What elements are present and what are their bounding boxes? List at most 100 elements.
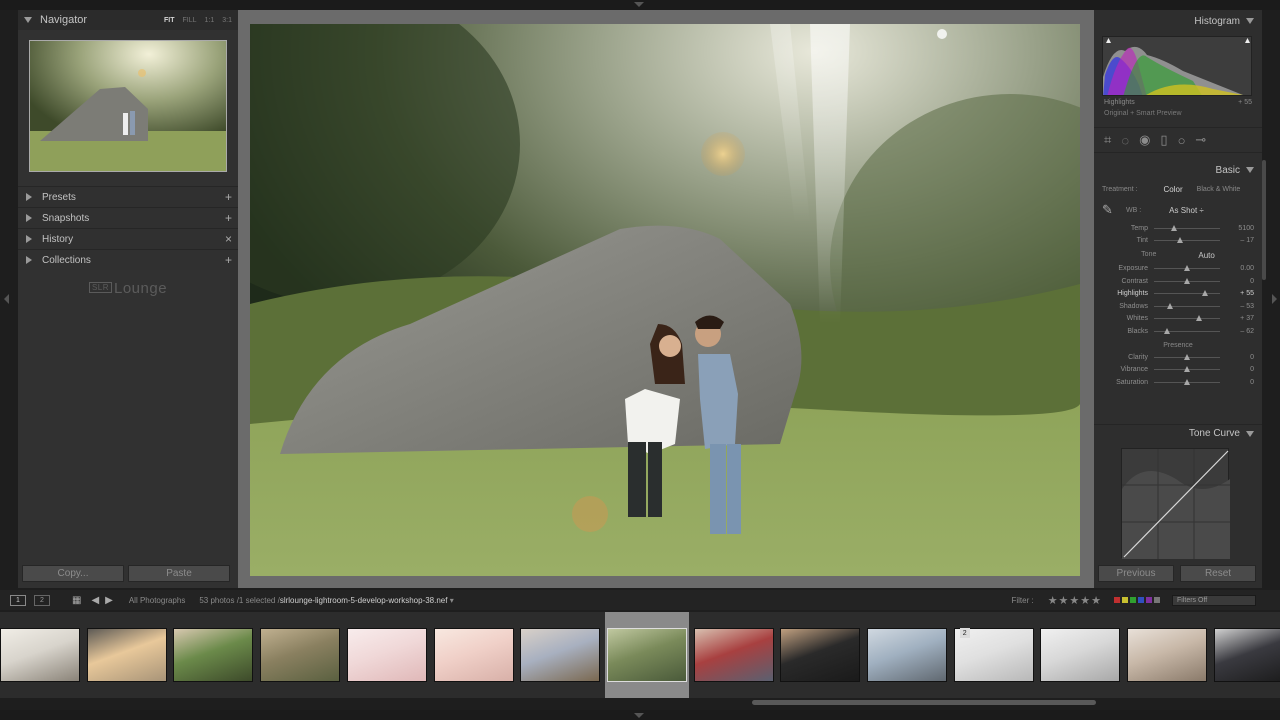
slider-thumb[interactable] — [1184, 366, 1190, 373]
filmstrip-thumb-beach-sunset[interactable] — [85, 612, 169, 698]
slider-value[interactable]: 0 — [1228, 278, 1254, 285]
slider-track[interactable] — [1154, 277, 1220, 284]
filmstrip-thumb-newborn-sleeping[interactable] — [432, 612, 516, 698]
spot-removal-icon[interactable]: ◌ — [1121, 133, 1129, 148]
slider-value[interactable]: – 62 — [1228, 328, 1254, 335]
red-eye-icon[interactable]: ◉ — [1139, 132, 1150, 148]
crop-overlay-icon[interactable]: ⌗ — [1104, 132, 1111, 148]
graduated-filter-icon[interactable]: ▯ — [1160, 132, 1167, 148]
slider-value[interactable]: + 55 — [1228, 290, 1254, 297]
filmstrip-source[interactable]: All Photographs — [129, 596, 185, 605]
section-presets[interactable]: Presets + — [18, 186, 238, 207]
filmstrip-thumb-family-red-car[interactable] — [692, 612, 776, 698]
left-panel-toggle-arrow-icon[interactable] — [4, 294, 9, 304]
slider-track[interactable] — [1154, 315, 1220, 322]
slider-value[interactable]: 0 — [1228, 379, 1254, 386]
grid-view-icon[interactable]: ▦ — [72, 595, 81, 606]
slider-value[interactable]: + 37 — [1228, 315, 1254, 322]
right-panel-toggle-arrow-icon[interactable] — [1272, 294, 1277, 304]
stack-count-badge[interactable]: 2 — [959, 628, 970, 638]
main-photo[interactable] — [250, 24, 1080, 576]
auto-tone-button[interactable]: Auto — [1198, 251, 1214, 260]
bottom-panel-toggle[interactable] — [0, 710, 1280, 720]
color-label-filter[interactable] — [1114, 597, 1160, 603]
filmstrip-thumb-couple-park[interactable] — [171, 612, 255, 698]
slider-thumb[interactable] — [1184, 277, 1190, 284]
copy-button[interactable]: Copy... — [22, 565, 124, 582]
slider-thumb[interactable] — [1184, 264, 1190, 271]
tone-curve-header[interactable]: Tone Curve — [1094, 424, 1262, 442]
slider-track[interactable] — [1154, 264, 1220, 271]
add-icon[interactable]: + — [225, 212, 232, 224]
slider-track[interactable] — [1154, 327, 1220, 334]
slider-value[interactable]: 0 — [1228, 354, 1254, 361]
navigator-preview[interactable] — [29, 40, 227, 172]
slider-track[interactable] — [1154, 378, 1220, 385]
slider-value[interactable]: – 53 — [1228, 303, 1254, 310]
filmstrip-thumb-groom-suit[interactable] — [1212, 612, 1280, 698]
slider-track[interactable] — [1154, 224, 1220, 231]
photo-canvas[interactable] — [238, 10, 1094, 588]
histogram-graph[interactable] — [1102, 36, 1252, 96]
navigator-header[interactable]: Navigator FIT FILL 1:1 3:1 — [18, 10, 238, 30]
section-collections[interactable]: Collections + — [18, 249, 238, 270]
filmstrip-thumb-couple-field-kiss[interactable] — [258, 612, 342, 698]
add-icon[interactable]: + — [225, 254, 232, 266]
filmstrip-count[interactable]: 53 photos /1 selected /slrlounge-lightro… — [199, 596, 453, 605]
zoom-option-3-1[interactable]: 3:1 — [222, 17, 232, 24]
section-snapshots[interactable]: Snapshots + — [18, 207, 238, 228]
reset-button[interactable]: Reset — [1180, 565, 1256, 582]
slider-track[interactable] — [1154, 290, 1220, 297]
slider-track[interactable] — [1154, 237, 1220, 244]
filmstrip-thumb-man-portrait[interactable] — [778, 612, 862, 698]
slider-track[interactable] — [1154, 302, 1220, 309]
treatment-color[interactable]: Color — [1164, 185, 1183, 194]
back-forward-arrows-icon[interactable]: ◀▶ — [91, 595, 118, 606]
slider-thumb[interactable] — [1170, 224, 1177, 231]
tone-curve-graph[interactable] — [1121, 448, 1230, 559]
slider-track[interactable] — [1154, 366, 1220, 373]
slider-thumb[interactable] — [1166, 302, 1173, 309]
clear-icon[interactable]: × — [225, 233, 232, 245]
treatment-bw[interactable]: Black & White — [1197, 186, 1241, 193]
zoom-option-fill[interactable]: FILL — [183, 17, 197, 24]
secondary-window-button[interactable]: 2 — [34, 594, 50, 606]
filmstrip-thumb-newborn-pink-hat[interactable] — [345, 612, 429, 698]
slider-value[interactable]: 0.00 — [1228, 265, 1254, 272]
slider-value[interactable]: – 17 — [1228, 237, 1254, 244]
slider-thumb[interactable] — [1184, 353, 1190, 360]
slider-track[interactable] — [1154, 353, 1220, 360]
section-history[interactable]: History × — [18, 228, 238, 249]
filmstrip-thumb-motorcycle-road[interactable] — [865, 612, 949, 698]
filmstrip-thumb-wedding-couple[interactable] — [1125, 612, 1209, 698]
slider-thumb[interactable] — [1195, 315, 1202, 322]
basic-header[interactable]: Basic — [1094, 159, 1262, 181]
slider-thumb[interactable] — [1163, 327, 1170, 334]
add-icon[interactable]: + — [225, 191, 232, 203]
filmstrip-thumb-couple-kiss-rock[interactable] — [604, 612, 689, 698]
radial-filter-icon[interactable]: ○ — [1178, 133, 1186, 148]
adjustment-brush-icon[interactable]: ⊸ — [1195, 132, 1206, 148]
previous-button[interactable]: Previous — [1098, 565, 1174, 582]
slider-thumb[interactable] — [1177, 237, 1184, 244]
star-filter[interactable]: ★★★★★ — [1048, 594, 1102, 607]
filmstrip-thumb-wedding-dress[interactable]: 2 — [952, 612, 1036, 698]
filmstrip-thumb-wedding-dress-2[interactable] — [1038, 612, 1122, 698]
zoom-option-1-1[interactable]: 1:1 — [205, 17, 215, 24]
filter-preset-select[interactable]: Filters Off — [1172, 594, 1256, 606]
slider-value[interactable]: 0 — [1228, 366, 1254, 373]
right-panel-scrollbar[interactable] — [1262, 160, 1266, 280]
filmstrip-scrollbar[interactable] — [752, 700, 1096, 705]
eyedropper-icon[interactable]: ✎ — [1102, 202, 1126, 218]
slider-thumb[interactable] — [1184, 378, 1190, 385]
histogram-header[interactable]: Histogram — [1094, 10, 1262, 32]
wb-select[interactable]: As Shot ÷ — [1169, 206, 1204, 215]
primary-window-button[interactable]: 1 — [10, 594, 26, 606]
slider-thumb[interactable] — [1201, 290, 1208, 297]
paste-button[interactable]: Paste — [128, 565, 230, 582]
filmstrip-thumb-bride-embrace[interactable] — [0, 612, 82, 698]
top-panel-toggle[interactable] — [0, 0, 1280, 10]
slider-value[interactable]: 5100 — [1228, 225, 1254, 232]
zoom-option-fit[interactable]: FIT — [164, 17, 175, 24]
filmstrip-thumb-newborn-basket[interactable] — [518, 612, 602, 698]
